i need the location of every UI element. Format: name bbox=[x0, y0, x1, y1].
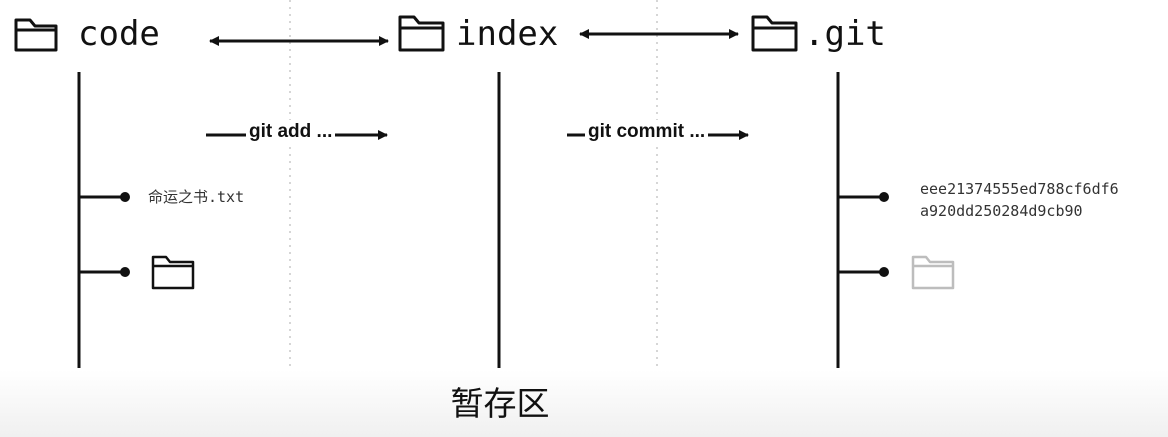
code-file-name: 命运之书.txt bbox=[148, 188, 245, 206]
folder-icon-git-subfolder bbox=[911, 255, 955, 290]
hash-line-2: a920dd250284d9cb90 bbox=[920, 202, 1083, 220]
column-title-git: .git bbox=[804, 14, 886, 54]
git-add-label: git add ... bbox=[246, 120, 336, 144]
git-object-branch bbox=[838, 192, 889, 202]
folder-icon-code bbox=[14, 18, 58, 52]
git-commit-label: git commit ... bbox=[585, 120, 709, 144]
code-folder-branch bbox=[79, 267, 130, 277]
folder-icon-git bbox=[751, 15, 798, 52]
column-title-index: index bbox=[456, 14, 559, 54]
code-file-branch bbox=[79, 192, 130, 202]
hash-line-1: eee21374555ed788cf6df6 bbox=[920, 180, 1119, 198]
staging-area-label: 暂存区 bbox=[450, 384, 550, 423]
bottom-shade bbox=[0, 370, 1168, 437]
column-title-code: code bbox=[78, 14, 160, 54]
git-object-hash: eee21374555ed788cf6df6 a920dd250284d9cb9… bbox=[920, 178, 1119, 222]
folder-icon-index bbox=[398, 15, 445, 52]
folder-icon-code-subfolder bbox=[151, 255, 195, 290]
git-folder-branch bbox=[838, 267, 889, 277]
